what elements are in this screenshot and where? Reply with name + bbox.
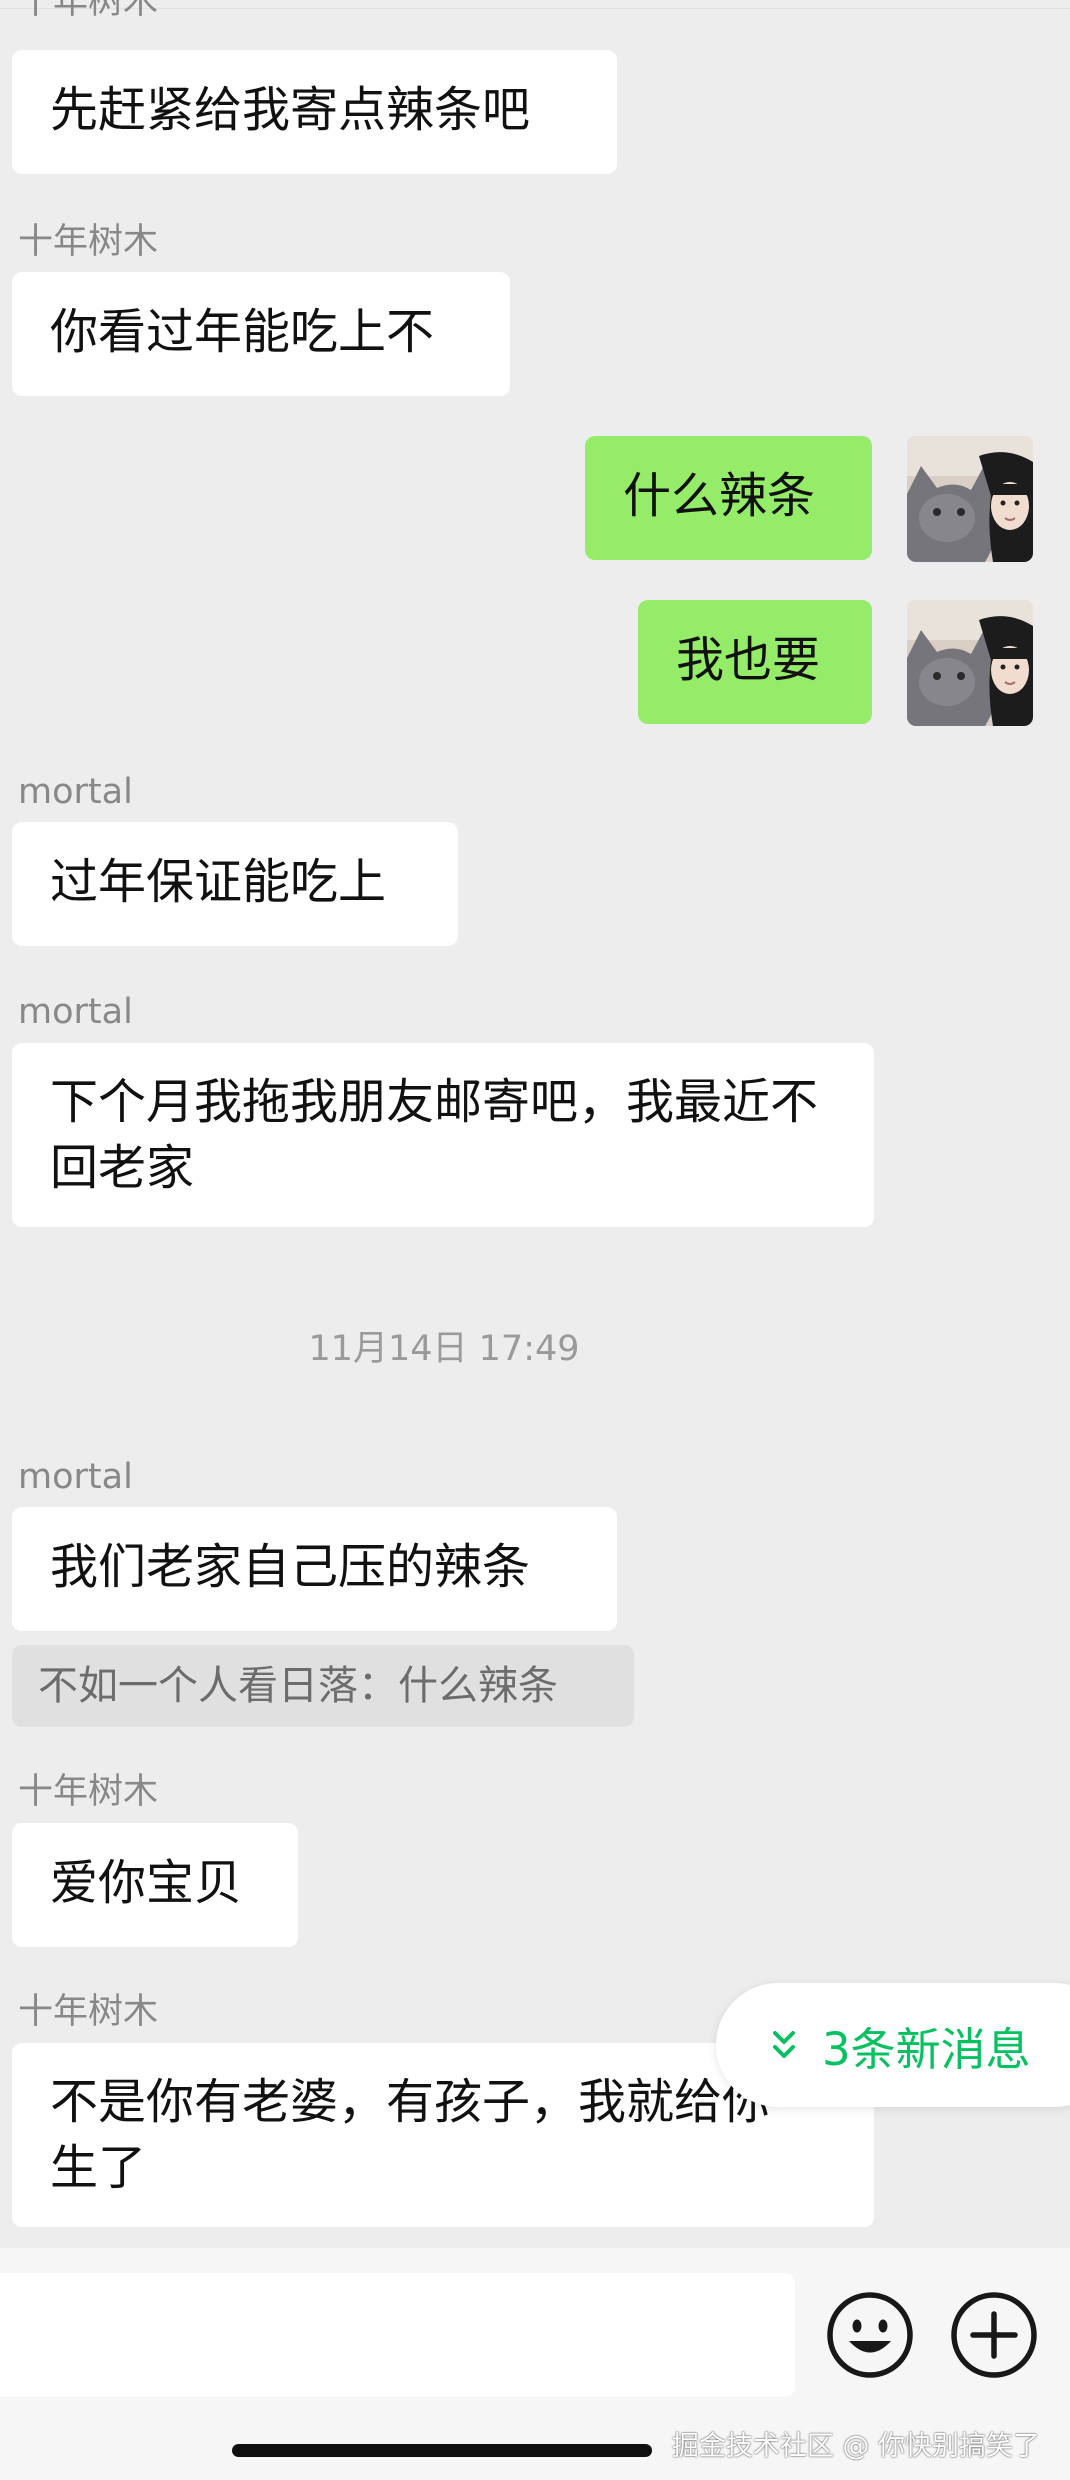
outgoing-message-bubble[interactable]: 什么辣条: [585, 436, 872, 560]
user-avatar[interactable]: [907, 436, 1033, 562]
sender-name: mortal: [18, 992, 133, 1032]
sender-name: mortal: [18, 1457, 133, 1497]
outgoing-message-bubble[interactable]: 我也要: [638, 600, 872, 724]
sender-name: 十年树木: [18, 222, 159, 262]
new-messages-label: 3条新消息: [822, 2022, 1031, 2076]
incoming-message-bubble[interactable]: 先赶紧给我寄点辣条吧: [12, 50, 617, 174]
sender-name: mortal: [18, 772, 133, 812]
user-avatar[interactable]: [907, 600, 1033, 726]
smiley-face-icon: [827, 2292, 913, 2378]
sender-name: 十年树木: [18, 1772, 159, 1812]
incoming-message-bubble[interactable]: 过年保证能吃上: [12, 822, 458, 946]
incoming-message-bubble[interactable]: 你看过年能吃上不: [12, 272, 510, 396]
chat-message-area[interactable]: 十年树木 先赶紧给我寄点辣条吧 十年树木 你看过年能吃上不 什么辣条 我也要 m…: [0, 0, 1070, 2248]
message-input[interactable]: [0, 2273, 795, 2397]
cat-and-girl-avatar-icon: [907, 600, 1033, 726]
incoming-message-bubble[interactable]: 爱你宝贝: [12, 1823, 298, 1947]
emoji-button[interactable]: [825, 2290, 915, 2380]
watermark: 掘金技术社区 @ 你快别搞笑了: [671, 2431, 1040, 2462]
input-bar: 掘金技术社区 @ 你快别搞笑了: [0, 2248, 1070, 2480]
top-divider: [0, 8, 1070, 9]
time-separator: 11月14日 17:49: [308, 1329, 580, 1369]
double-chevron-down-icon: [773, 2031, 795, 2058]
more-button[interactable]: [949, 2290, 1039, 2380]
quoted-reply[interactable]: 不如一个人看日落：什么辣条: [12, 1645, 634, 1727]
plus-circle-icon: [951, 2292, 1037, 2378]
incoming-message-bubble[interactable]: 我们老家自己压的辣条: [12, 1507, 617, 1631]
home-indicator[interactable]: [232, 2444, 652, 2457]
cat-and-girl-avatar-icon: [907, 436, 1033, 562]
new-messages-button[interactable]: 3条新消息: [716, 1983, 1070, 2107]
sender-name: 十年树木: [18, 0, 159, 22]
incoming-message-bubble[interactable]: 下个月我拖我朋友邮寄吧，我最近不回老家: [12, 1043, 874, 1227]
sender-name: 十年树木: [18, 1992, 159, 2032]
